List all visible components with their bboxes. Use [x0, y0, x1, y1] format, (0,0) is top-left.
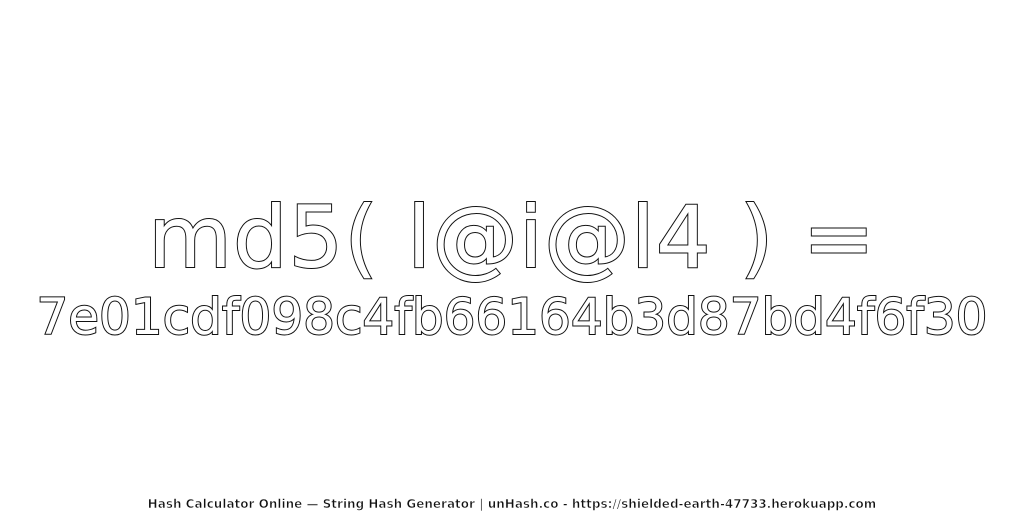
md5-expression: md5( l@i@l4 ) =: [147, 187, 876, 289]
footer-credit: Hash Calculator Online — String Hash Gen…: [147, 497, 877, 512]
md5-hash-value: 7e01cdf098c4fb66164b3d87bd4f6f30: [35, 287, 988, 347]
image-canvas: md5( l@i@l4 ) = 7e01cdf098c4fb66164b3d87…: [0, 0, 1024, 512]
